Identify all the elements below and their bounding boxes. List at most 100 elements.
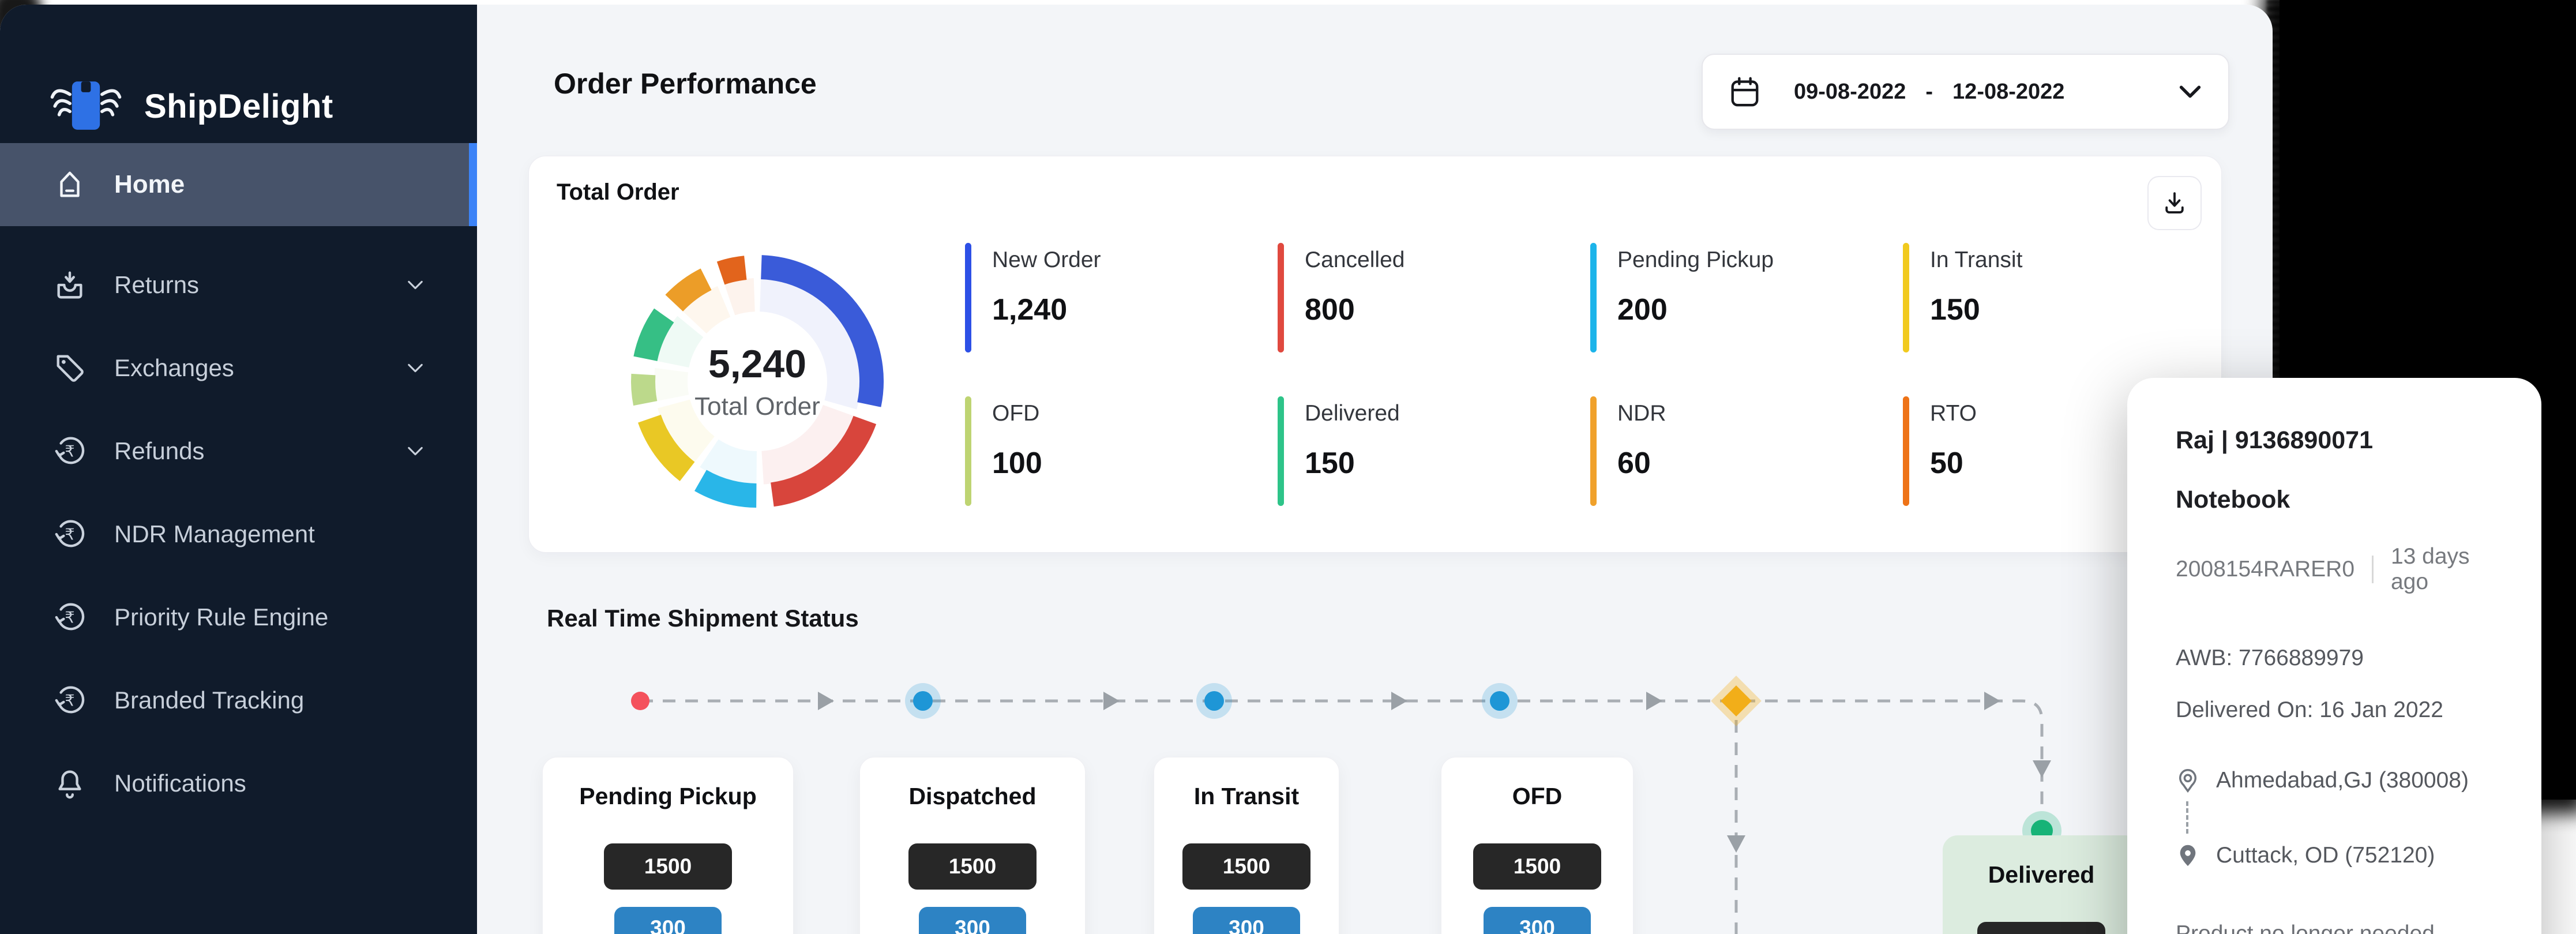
sidebar-item-branded-tracking[interactable]: ₹ Branded Tracking xyxy=(0,659,477,742)
chevron-down-icon[interactable] xyxy=(403,356,427,380)
stat-color-bar xyxy=(965,396,971,506)
stat-color-bar xyxy=(1903,243,1909,352)
date-range-end: 12-08-2022 xyxy=(1952,80,2064,104)
page-title: Order Performance xyxy=(554,67,817,100)
total-order-donut-chart: 5,240 Total Order xyxy=(625,249,890,514)
return-reason: Product no longer needed xyxy=(2176,921,2509,934)
stage-label: Dispatched xyxy=(909,783,1037,810)
stat-label: OFD xyxy=(992,401,1042,426)
order-id: 2008154RARER0 xyxy=(2176,557,2355,582)
winged-box-icon xyxy=(48,74,123,138)
download-icon xyxy=(2161,190,2188,216)
stage-label: Pending Pickup xyxy=(579,783,757,810)
origin-location: Ahmedabad,GJ (380008) xyxy=(2216,768,2469,793)
stage-primary-count: 1500 xyxy=(1977,922,2105,934)
returns-inbox-icon xyxy=(53,268,87,302)
stat-new-order: New Order 1,240 xyxy=(965,243,1278,363)
chevron-down-icon[interactable] xyxy=(403,439,427,463)
donut-segment xyxy=(673,327,690,364)
stage-card-delivered: Delivered1500300 xyxy=(1943,835,2140,934)
sidebar-item-home[interactable]: Home xyxy=(0,143,477,226)
stat-ndr: NDR60 xyxy=(1590,396,1903,516)
stat-color-bar xyxy=(1590,396,1597,506)
home-icon xyxy=(53,168,87,201)
stat-label: New Order xyxy=(992,247,1101,273)
sidebar-item-label: Branded Tracking xyxy=(114,687,304,714)
stat-delivered: Delivered150 xyxy=(1278,396,1590,516)
sidebar-nav: Home Returns Exchanges ₹ Refunds ₹NDR Managem… xyxy=(0,143,477,825)
stat-value: 1,240 xyxy=(992,292,1101,327)
sidebar-item-exchanges[interactable]: Exchanges xyxy=(0,327,477,410)
rupee-cycle-icon: ₹ xyxy=(53,684,87,717)
rupee-cycle-icon: ₹ xyxy=(53,601,87,634)
stage-secondary-count: 300 xyxy=(1484,907,1591,934)
time-ago: 13 days ago xyxy=(2391,544,2509,595)
sidebar-item-notifications[interactable]: Notifications xyxy=(0,742,477,825)
donut-segment xyxy=(671,370,673,398)
sidebar-item-label: Returns xyxy=(114,271,199,299)
stage-secondary-count: 300 xyxy=(919,907,1026,934)
sidebar-item-label: Priority Rule Engine xyxy=(114,603,328,631)
sidebar: ShipDelight Home Returns Exchanges ₹ Refunds… xyxy=(0,5,477,934)
shipment-detail-card: Raj | 9136890071 Notebook 2008154RARER0 … xyxy=(2127,378,2541,934)
chevron-down-icon xyxy=(2177,83,2203,100)
donut-segment xyxy=(721,268,746,273)
sidebar-item-refunds[interactable]: ₹ Refunds xyxy=(0,410,477,493)
download-report-button[interactable] xyxy=(2147,176,2202,230)
pin-filled-icon xyxy=(2176,843,2200,868)
delivered-on: Delivered On: 16 Jan 2022 xyxy=(2176,697,2509,723)
stat-label: RTO xyxy=(1930,401,1977,426)
stage-card-ofd: OFD1500300 xyxy=(1441,757,1634,934)
stat-color-bar xyxy=(1278,396,1284,506)
sidebar-item-priority-rule-engine[interactable]: ₹ Priority Rule Engine xyxy=(0,576,477,659)
destination-row: Cuttack, OD (752120) xyxy=(2176,843,2509,868)
stage-card-in-transit: In Transit1500300 xyxy=(1154,757,1339,934)
svg-text:₹: ₹ xyxy=(65,526,74,544)
sidebar-item-ndr-management[interactable]: ₹NDR Management xyxy=(0,493,477,576)
stat-label: Delivered xyxy=(1305,401,1400,426)
stat-color-bar xyxy=(1278,243,1284,352)
stat-label: Cancelled xyxy=(1305,247,1405,273)
dashboard-panel: ShipDelight Home Returns Exchanges ₹ Refunds… xyxy=(0,5,2273,934)
donut-segment xyxy=(709,453,756,468)
stat-label: NDR xyxy=(1617,401,1666,426)
stage-card-pending-pickup: Pending Pickup 1500 300 xyxy=(542,757,794,934)
route-connector xyxy=(2186,801,2188,834)
sidebar-item-label: Home xyxy=(114,170,185,199)
date-range-start: 09-08-2022 xyxy=(1794,80,1906,104)
stat-value: 150 xyxy=(1930,292,2022,327)
sidebar-item-label: Refunds xyxy=(114,437,204,465)
date-range-picker[interactable]: 09-08-2022 - 12-08-2022 xyxy=(1702,54,2229,130)
realtime-status-title: Real Time Shipment Status xyxy=(547,605,859,632)
shipdelight-dashboard: ShipDelight Home Returns Exchanges ₹ Refunds… xyxy=(0,0,2576,934)
svg-text:₹: ₹ xyxy=(65,609,74,627)
stage-secondary-count: 300 xyxy=(614,907,722,934)
bell-icon xyxy=(53,767,87,800)
stat-label: Pending Pickup xyxy=(1617,247,1774,273)
stat-value: 200 xyxy=(1617,292,1774,327)
sidebar-item-returns[interactable]: Returns xyxy=(0,243,477,327)
order-stats-legend: New Order 1,240 Cancelled800 Pending Pickup… xyxy=(965,243,2215,516)
stage-label: In Transit xyxy=(1194,783,1299,810)
stage-primary-count: 1500 xyxy=(908,843,1037,890)
stat-cancelled: Cancelled800 xyxy=(1278,243,1590,363)
svg-text:₹: ₹ xyxy=(65,443,74,461)
origin-row: Ahmedabad,GJ (380008) xyxy=(2176,768,2509,793)
chevron-down-icon[interactable] xyxy=(403,273,427,297)
sidebar-item-label: Exchanges xyxy=(114,354,234,382)
stat-in-transit: In Transit150 xyxy=(1903,243,2215,363)
donut-segment xyxy=(760,295,844,405)
stage-secondary-count: 300 xyxy=(1193,907,1300,934)
rupee-cycle-icon: ₹ xyxy=(53,517,87,551)
stat-color-bar xyxy=(1590,243,1597,352)
svg-text:₹: ₹ xyxy=(65,692,74,710)
stage-primary-count: 1500 xyxy=(604,843,732,890)
stat-color-bar xyxy=(965,243,971,352)
customer-name: Raj | 9136890071 xyxy=(2176,426,2509,455)
donut-segment xyxy=(730,295,754,299)
stage-card-dispatched: Dispatched 1500 300 xyxy=(859,757,1086,934)
brand-logo: ShipDelight xyxy=(48,74,333,138)
pin-outline-icon xyxy=(2176,768,2200,793)
stat-ofd: OFD100 xyxy=(965,396,1278,516)
tag-icon xyxy=(53,351,87,385)
